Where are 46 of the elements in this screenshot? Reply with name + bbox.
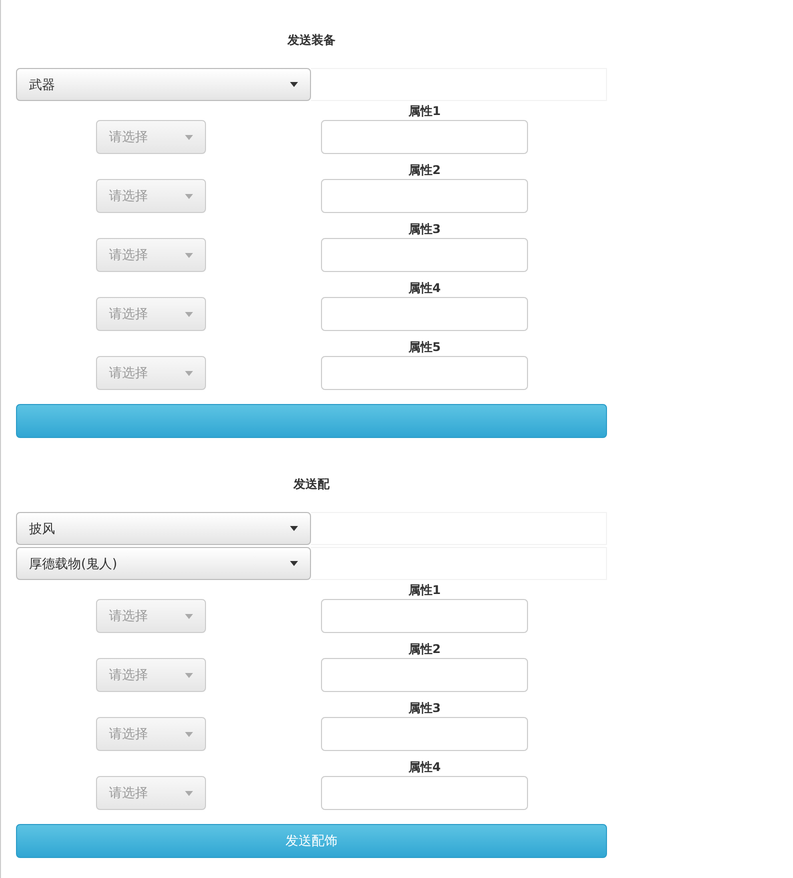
caret-icon	[185, 672, 193, 678]
send-button[interactable]: 发送配饰	[16, 824, 607, 858]
attribute-label: 属性3	[408, 221, 441, 238]
caret-icon	[185, 732, 193, 736]
attribute-label: 属性1	[408, 582, 441, 599]
caret-icon	[185, 370, 193, 376]
attribute-label: 属性4	[408, 759, 441, 776]
dropdown[interactable]: 请选择	[96, 179, 206, 213]
dropdown[interactable]: 请选择	[96, 658, 206, 692]
caret-icon	[185, 194, 193, 198]
section-title: 发送配	[292, 476, 330, 493]
dropdown[interactable]: 请选择	[96, 717, 206, 751]
caret-icon	[185, 790, 193, 796]
send-button[interactable]	[16, 404, 607, 438]
input-field[interactable]	[321, 238, 528, 272]
dropdown[interactable]: 请选择	[96, 599, 206, 633]
dropdown[interactable]: 请选择	[96, 120, 206, 154]
section-title: 发送装备	[286, 32, 336, 49]
input-field[interactable]	[321, 356, 528, 390]
dropdown[interactable]: 武器	[16, 68, 311, 101]
input-field[interactable]	[321, 120, 528, 154]
dropdown[interactable]: 披风	[16, 512, 311, 545]
input-field[interactable]	[321, 776, 528, 810]
caret-icon	[185, 614, 193, 618]
attribute-label: 属性2	[408, 162, 441, 179]
caret-icon	[185, 252, 193, 258]
dropdown[interactable]: 请选择	[96, 297, 206, 331]
attribute-label: 属性4	[408, 280, 441, 297]
attribute-label: 属性5	[408, 339, 441, 356]
caret-icon	[290, 82, 298, 87]
input-field[interactable]	[321, 658, 528, 692]
attribute-label: 属性1	[408, 103, 441, 120]
dropdown[interactable]: 请选择	[96, 238, 206, 272]
caret-icon	[290, 561, 298, 566]
input-field[interactable]	[321, 599, 528, 633]
attribute-label: 属性2	[408, 641, 441, 658]
dropdown[interactable]: 请选择	[96, 356, 206, 390]
caret-icon	[185, 134, 193, 140]
dropdown[interactable]: 厚德载物(鬼人)	[16, 547, 311, 580]
input-field[interactable]	[321, 179, 528, 213]
dropdown[interactable]: 请选择	[96, 776, 206, 810]
attribute-label: 属性3	[408, 700, 441, 717]
caret-icon	[185, 312, 193, 316]
caret-icon	[290, 526, 298, 531]
input-field[interactable]	[321, 717, 528, 751]
input-field[interactable]	[321, 297, 528, 331]
